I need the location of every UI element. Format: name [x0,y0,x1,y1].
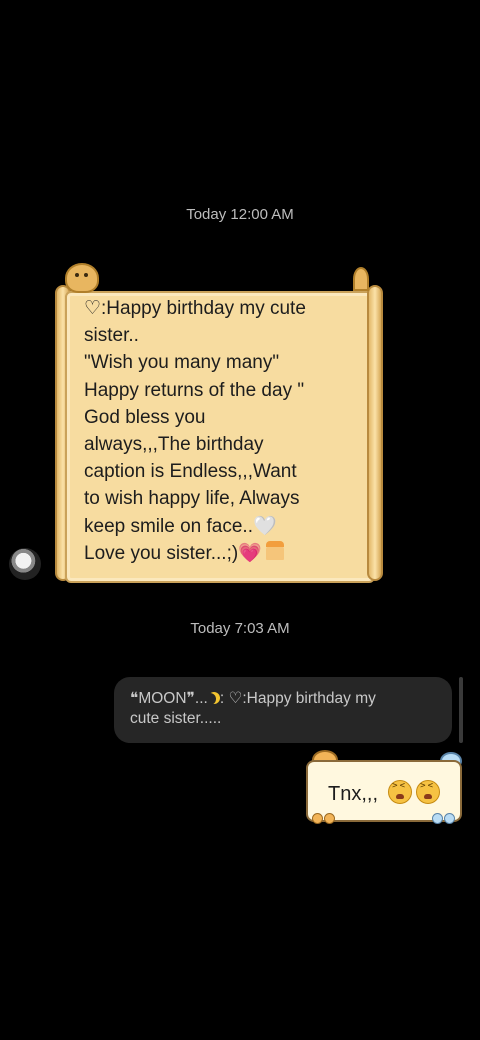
incoming-message-bubble[interactable]: ♡:Happy birthday my cute sister.. "Wish … [55,263,383,583]
message-line: sister.. [84,325,139,347]
scroll-roll-right [367,285,383,581]
outgoing-message-text: Tnx,,, [328,780,440,806]
outgoing-text: Tnx,,, [328,783,379,805]
message-line: to wish happy life, Always [84,488,300,510]
message-line: always,,,The birthday [84,434,264,456]
crescent-moon-icon [204,693,216,705]
doge-ear-icon [353,267,369,291]
tired-face-icon [387,780,412,804]
paw-icon [324,813,335,824]
message-line-last: Love you sister...;)💗 [84,540,354,567]
message-line: caption is Endless,,,Want [84,461,297,483]
paw-icon [312,813,323,824]
timestamp: Today 7:03 AM [190,620,290,637]
sender-avatar[interactable] [9,548,41,580]
quote-divider [459,677,463,743]
reply-quote-line-2: cute sister..... [130,710,222,727]
quote-sender: ❝MOON❞... [130,690,208,707]
quote-text: : ♡:Happy birthday my [219,690,376,707]
message-line: Happy returns of the day " [84,379,305,401]
cake-icon [265,540,284,560]
tired-face-icon [415,780,440,804]
reply-quote-line: ❝MOON❞... : ♡:Happy birthday my [130,689,436,709]
message-line: "Wish you many many" [84,352,280,374]
reply-quote-bubble[interactable]: ❝MOON❞... : ♡:Happy birthday my cute sist… [114,677,452,743]
message-line: God bless you [84,406,206,428]
paw-icon [432,813,443,824]
message-line: Love you sister...;)💗 [84,542,262,564]
doge-sticker-icon [65,263,99,293]
timestamp: Today 12:00 AM [186,206,294,223]
message-line: ♡:Happy birthday my cute [84,298,306,319]
incoming-message-text: ♡:Happy birthday my cute sister.. "Wish … [84,295,354,567]
paw-icon [444,813,455,824]
message-line: keep smile on face..🤍 [84,515,277,537]
